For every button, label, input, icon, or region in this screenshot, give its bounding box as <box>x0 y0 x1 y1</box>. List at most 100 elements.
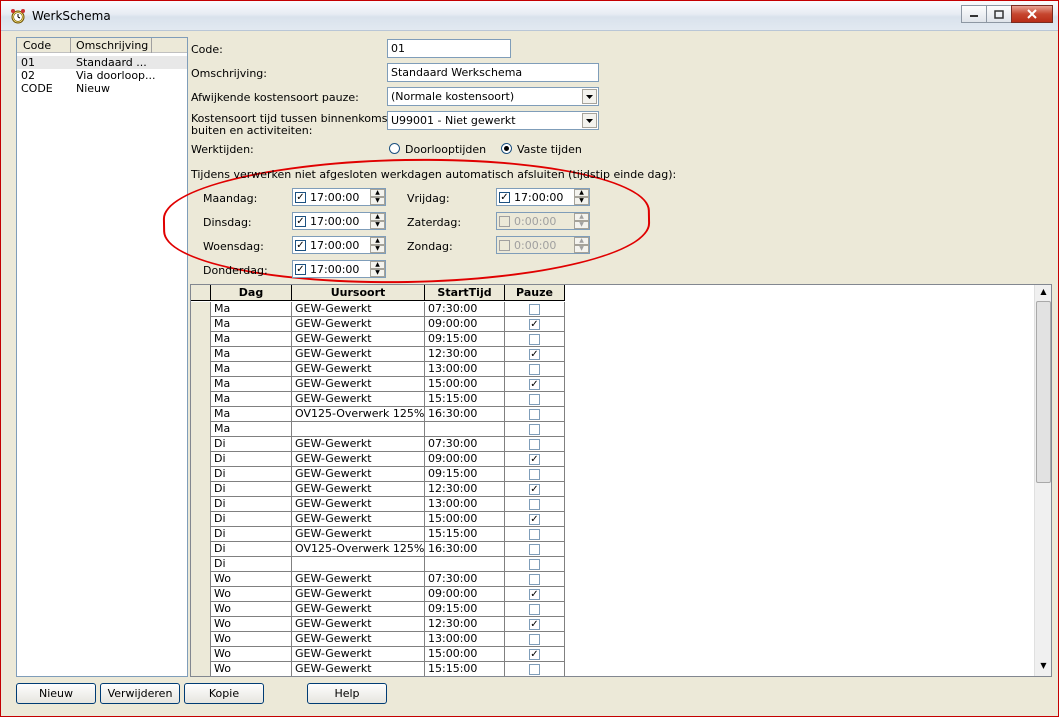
cell-starttijd[interactable]: 09:00:00 <box>425 587 505 602</box>
zondag-checkbox[interactable] <box>499 240 510 251</box>
pauze-checkbox[interactable] <box>529 424 540 435</box>
table-row[interactable]: Ma OV125-Overwerk 125% 16:30:00 <box>191 407 565 422</box>
cell-uursoort[interactable]: GEW-Gewerkt <box>292 332 425 347</box>
table-row[interactable]: Wo GEW-Gewerkt 09:15:00 <box>191 602 565 617</box>
row-selector[interactable] <box>191 347 211 362</box>
pauze-checkbox[interactable]: ✓ <box>529 649 540 660</box>
cell-dag[interactable]: Di <box>211 482 292 497</box>
pauze-checkbox[interactable] <box>529 499 540 510</box>
pauze-checkbox[interactable]: ✓ <box>529 619 540 630</box>
pauze-checkbox[interactable]: ✓ <box>529 349 540 360</box>
col-starttijd[interactable]: StartTijd <box>425 285 505 301</box>
cell-starttijd[interactable]: 15:00:00 <box>425 377 505 392</box>
spin-down-icon[interactable]: ▼ <box>574 245 589 253</box>
table-row[interactable]: Di <box>191 557 565 572</box>
cell-uursoort[interactable]: GEW-Gewerkt <box>292 527 425 542</box>
cell-dag[interactable]: Ma <box>211 407 292 422</box>
zaterdag-time[interactable]: 0:00:00 ▲ ▼ <box>496 212 590 230</box>
table-row[interactable]: Di GEW-Gewerkt 15:00:00 ✓ <box>191 512 565 527</box>
cell-starttijd[interactable]: 07:30:00 <box>425 572 505 587</box>
cell-starttijd[interactable]: 12:30:00 <box>425 617 505 632</box>
row-selector[interactable] <box>191 647 211 662</box>
dinsdag-checkbox[interactable]: ✓ <box>295 216 306 227</box>
row-selector[interactable] <box>191 662 211 676</box>
row-selector[interactable] <box>191 362 211 377</box>
row-selector[interactable] <box>191 542 211 557</box>
row-selector[interactable] <box>191 557 211 572</box>
cell-uursoort[interactable]: GEW-Gewerkt <box>292 452 425 467</box>
table-row[interactable]: Wo GEW-Gewerkt 09:00:00 ✓ <box>191 587 565 602</box>
nieuw-button[interactable]: Nieuw <box>16 683 96 704</box>
pauze-checkbox[interactable]: ✓ <box>529 484 540 495</box>
spin-down-icon[interactable]: ▼ <box>574 197 589 205</box>
cell-dag[interactable]: Wo <box>211 647 292 662</box>
row-selector[interactable] <box>191 377 211 392</box>
omschrijving-input[interactable]: Standaard Werkschema <box>387 63 599 82</box>
cell-uursoort[interactable]: GEW-Gewerkt <box>292 647 425 662</box>
cell-starttijd[interactable]: 07:30:00 <box>425 437 505 452</box>
dinsdag-time[interactable]: ✓ 17:00:00 ▲ ▼ <box>292 212 386 230</box>
row-selector[interactable] <box>191 527 211 542</box>
cell-uursoort[interactable]: GEW-Gewerkt <box>292 467 425 482</box>
pauze-checkbox[interactable] <box>529 574 540 585</box>
cell-dag[interactable]: Wo <box>211 662 292 676</box>
cell-dag[interactable]: Ma <box>211 377 292 392</box>
cell-starttijd[interactable] <box>425 557 505 572</box>
chevron-down-icon[interactable] <box>582 113 597 128</box>
spin-down-icon[interactable]: ▼ <box>370 221 385 229</box>
table-row[interactable]: Ma GEW-Gewerkt 13:00:00 <box>191 362 565 377</box>
cell-starttijd[interactable]: 15:15:00 <box>425 392 505 407</box>
spin-up-icon[interactable]: ▲ <box>370 261 385 269</box>
maandag-time[interactable]: ✓ 17:00:00 ▲ ▼ <box>292 188 386 206</box>
table-row[interactable]: Ma GEW-Gewerkt 15:15:00 <box>191 392 565 407</box>
row-selector[interactable] <box>191 467 211 482</box>
pauze-checkbox[interactable] <box>529 439 540 450</box>
cell-dag[interactable]: Di <box>211 467 292 482</box>
cell-starttijd[interactable]: 09:15:00 <box>425 602 505 617</box>
pauze-checkbox[interactable]: ✓ <box>529 454 540 465</box>
cell-uursoort[interactable]: GEW-Gewerkt <box>292 392 425 407</box>
spin-up-icon[interactable]: ▲ <box>370 189 385 197</box>
cell-uursoort[interactable]: GEW-Gewerkt <box>292 317 425 332</box>
cell-uursoort[interactable]: GEW-Gewerkt <box>292 587 425 602</box>
pauze-checkbox[interactable] <box>529 409 540 420</box>
zondag-time[interactable]: 0:00:00 ▲ ▼ <box>496 236 590 254</box>
pauze-checkbox[interactable] <box>529 604 540 615</box>
cell-uursoort[interactable]: GEW-Gewerkt <box>292 662 425 676</box>
cell-dag[interactable]: Di <box>211 437 292 452</box>
kopie-button[interactable]: Kopie <box>184 683 264 704</box>
row-selector[interactable] <box>191 332 211 347</box>
table-row[interactable]: Wo GEW-Gewerkt 15:00:00 ✓ <box>191 647 565 662</box>
woensdag-checkbox[interactable]: ✓ <box>295 240 306 251</box>
pauze-checkbox[interactable] <box>529 334 540 345</box>
cell-uursoort[interactable]: OV125-Overwerk 125% <box>292 542 425 557</box>
spin-up-icon[interactable]: ▲ <box>574 237 589 245</box>
cell-uursoort[interactable]: GEW-Gewerkt <box>292 302 425 317</box>
row-selector[interactable] <box>191 482 211 497</box>
row-selector[interactable] <box>191 587 211 602</box>
table-row[interactable]: Di GEW-Gewerkt 12:30:00 ✓ <box>191 482 565 497</box>
help-button[interactable]: Help <box>307 683 387 704</box>
cell-uursoort[interactable]: OV125-Overwerk 125% <box>292 407 425 422</box>
table-row[interactable]: Wo GEW-Gewerkt 12:30:00 ✓ <box>191 617 565 632</box>
row-selector[interactable] <box>191 617 211 632</box>
pauze-checkbox[interactable] <box>529 469 540 480</box>
scroll-up-icon[interactable]: ▲ <box>1037 287 1050 300</box>
cell-dag[interactable]: Ma <box>211 392 292 407</box>
schema-list[interactable]: Code Omschrijving 01 Standaard ... 02 Vi… <box>16 37 188 677</box>
cell-starttijd[interactable]: 16:30:00 <box>425 407 505 422</box>
cell-starttijd[interactable]: 13:00:00 <box>425 632 505 647</box>
cell-uursoort[interactable]: GEW-Gewerkt <box>292 602 425 617</box>
table-row[interactable]: Di GEW-Gewerkt 15:15:00 <box>191 527 565 542</box>
donderdag-checkbox[interactable]: ✓ <box>295 264 306 275</box>
cell-uursoort[interactable]: GEW-Gewerkt <box>292 377 425 392</box>
cell-dag[interactable]: Di <box>211 542 292 557</box>
table-row[interactable]: Di OV125-Overwerk 125% 16:30:00 <box>191 542 565 557</box>
row-selector[interactable] <box>191 632 211 647</box>
cell-dag[interactable]: Wo <box>211 617 292 632</box>
cell-uursoort[interactable]: GEW-Gewerkt <box>292 617 425 632</box>
maandag-checkbox[interactable]: ✓ <box>295 192 306 203</box>
minimize-button[interactable] <box>961 5 987 23</box>
table-row[interactable]: Ma <box>191 422 565 437</box>
table-row[interactable]: Ma GEW-Gewerkt 09:00:00 ✓ <box>191 317 565 332</box>
